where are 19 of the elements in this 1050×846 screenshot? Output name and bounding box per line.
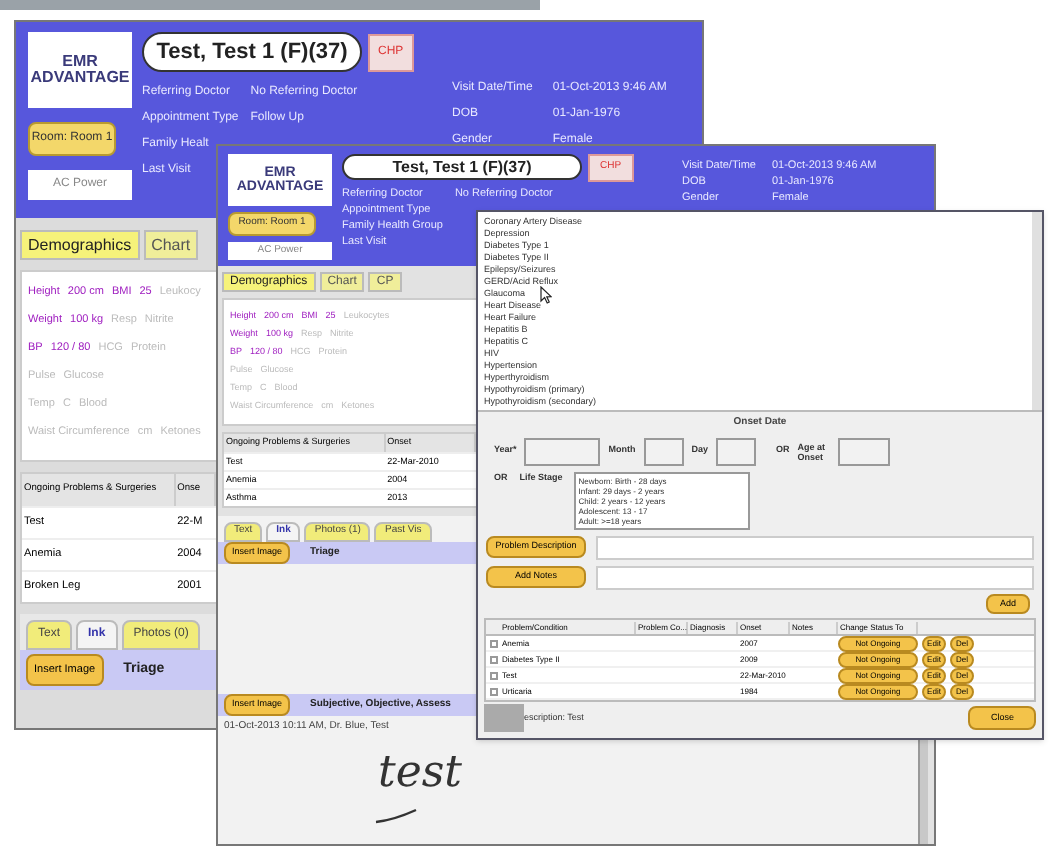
age-field[interactable] [837, 437, 890, 465]
patient-name: Test, Test 1 (F)(37) [142, 32, 362, 72]
cover-panel [484, 704, 524, 732]
row-checkbox[interactable] [489, 671, 497, 680]
row-checkbox[interactable] [489, 687, 497, 696]
notes-field[interactable] [596, 565, 1034, 589]
row-checkbox[interactable] [489, 655, 497, 664]
patient-name: Test, Test 1 (F)(37) [342, 154, 582, 181]
date-field[interactable] [716, 437, 757, 465]
tab[interactable]: Chart [143, 230, 199, 260]
description-field[interactable] [596, 535, 1034, 559]
date-field[interactable] [524, 437, 601, 465]
handwritten-text: test [378, 751, 464, 795]
logo: EMR ADVANTAGE [28, 32, 132, 108]
ink-stroke [374, 807, 418, 823]
cursor-icon [540, 286, 552, 304]
date-field[interactable] [643, 437, 684, 465]
row-checkbox[interactable] [489, 639, 497, 648]
tab[interactable]: Demographics [20, 230, 140, 260]
